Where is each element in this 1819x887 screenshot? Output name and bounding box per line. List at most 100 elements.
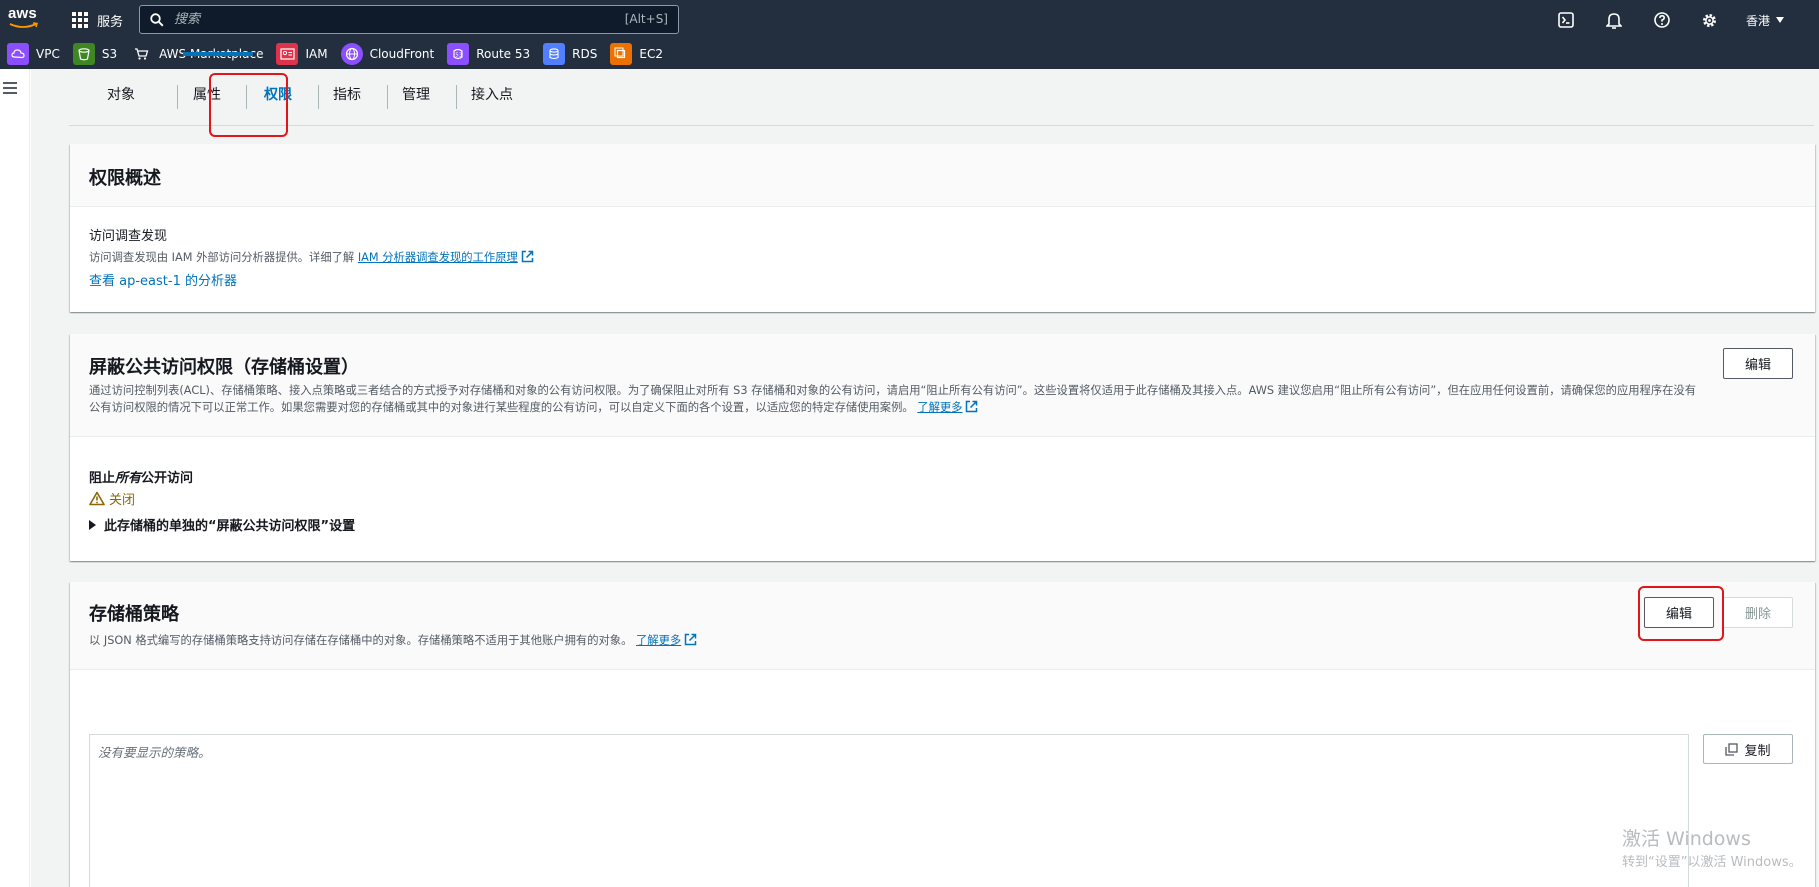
favorite-vpc[interactable]: VPC	[7, 43, 60, 65]
panel-title: 权限概述	[89, 168, 161, 189]
link-text: 了解更多	[636, 634, 682, 647]
search-shortcut-hint: [Alt+S]	[624, 12, 668, 26]
region-selector[interactable]: 香港	[1746, 12, 1784, 29]
link-text: IAM 分析器调查发现的工作原理	[357, 251, 518, 264]
panel-header: 权限概述	[70, 144, 1815, 207]
external-link-icon	[521, 250, 534, 263]
description-text: 以 JSON 格式编写的存储桶策略支持访问存储在存储桶中的对象。存储桶策略不适用…	[89, 634, 633, 647]
aws-smile-icon	[9, 22, 38, 28]
description-line: 通过访问控制列表(ACL)、存储桶策略、接入点策略或三者结合的方式授予对存储桶和…	[89, 384, 1697, 397]
copy-icon	[1725, 742, 1739, 756]
favorite-label: EC2	[639, 47, 663, 61]
help-icon[interactable]	[1650, 8, 1674, 32]
bucket-policy-description: 以 JSON 格式编写的存储桶策略支持访问存储在存储桶中的对象。存储桶策略不适用…	[89, 632, 697, 649]
red-highlight-box	[209, 73, 288, 137]
favorite-ec2[interactable]: EC2	[610, 43, 663, 65]
permissions-overview-panel: 权限概述 访问调查发现 访问调查发现由 IAM 外部访问分析器提供。详细了解 I…	[70, 144, 1815, 312]
favorite-label: RDS	[572, 47, 598, 61]
caret-down-icon	[1776, 17, 1784, 23]
tab-objects[interactable]: 对象	[107, 81, 135, 109]
tab-divider	[177, 85, 178, 109]
delete-bucket-policy-button[interactable]: 删除	[1723, 597, 1793, 628]
empty-policy-text: 没有要显示的策略。	[98, 745, 211, 760]
individual-settings-expander[interactable]: 此存储桶的单独的“屏蔽公共访问权限”设置	[89, 515, 355, 534]
edit-block-public-access-button[interactable]: 编辑	[1723, 348, 1793, 379]
iam-analyzer-doc-link[interactable]: IAM 分析器调查发现的工作原理	[357, 250, 534, 264]
tab-metrics[interactable]: 指标	[333, 81, 361, 109]
windows-activation-watermark: 激活 Windows	[1622, 828, 1751, 850]
favorite-s3[interactable]: S3	[72, 43, 118, 65]
favorite-label: VPC	[36, 47, 60, 61]
external-link-icon	[684, 633, 697, 646]
tab-divider	[456, 85, 457, 109]
copy-policy-button[interactable]: 复制	[1703, 734, 1793, 764]
expander-label: 此存储桶的单独的“屏蔽公共访问权限”设置	[104, 519, 356, 534]
bucket-policy-panel: 存储桶策略 编辑 删除 以 JSON 格式编写的存储桶策略支持访问存储在存储桶中…	[70, 582, 1815, 887]
external-link-icon	[966, 400, 978, 413]
block-public-access-panel: 屏蔽公共访问权限（存储桶设置） 编辑 通过访问控制列表(ACL)、存储桶策略、接…	[70, 334, 1815, 561]
cloudfront-icon	[340, 43, 363, 65]
search-box: [Alt+S]	[139, 5, 679, 34]
panel-title: 屏蔽公共访问权限（存储桶设置）	[89, 357, 359, 378]
bucket-tabs: 对象 属性 权限 指标 管理 接入点	[69, 69, 1814, 126]
left-navigation-rail	[0, 69, 30, 887]
panel-title: 存储桶策略	[89, 604, 179, 625]
iam-id-card-icon	[276, 43, 299, 65]
block-public-status: 关闭	[89, 489, 135, 508]
tab-divider	[387, 85, 388, 109]
block-all-public-access-label: 阻止所有公开访问	[89, 467, 193, 486]
view-analyzer-link[interactable]: 查看 ap-east-1 的分析器	[89, 270, 237, 289]
s3-bucket-icon	[72, 43, 95, 65]
access-findings-label: 访问调查发现	[89, 229, 168, 244]
access-findings-description: 访问调查发现由 IAM 外部访问分析器提供。详细了解 IAM 分析器调查发现的工…	[89, 249, 534, 266]
favorites-bar: VPC S3 AWS Marketplace IAM CloudFront	[7, 42, 676, 66]
search-input[interactable]	[174, 8, 554, 31]
favorite-label: S3	[101, 47, 118, 61]
top-right-toolbar: 香港	[1554, 8, 1819, 32]
services-menu-button[interactable]: 服务	[72, 9, 123, 31]
caret-right-icon	[89, 519, 96, 530]
status-text: 关闭	[109, 493, 136, 508]
link-text: 了解更多	[917, 401, 963, 414]
favorite-label: Route 53	[476, 47, 531, 61]
menu-hamburger-icon[interactable]	[3, 82, 17, 94]
tab-access-points[interactable]: 接入点	[471, 81, 513, 109]
services-grid-icon	[72, 12, 88, 28]
tab-management[interactable]: 管理	[402, 81, 430, 109]
policy-viewer[interactable]: 没有要显示的策略。	[89, 734, 1689, 887]
red-highlight-box	[1638, 586, 1724, 641]
svg-text:53: 53	[456, 52, 463, 58]
panel-header: 存储桶策略 编辑 删除 以 JSON 格式编写的存储桶策略支持访问存储在存储桶中…	[70, 582, 1815, 670]
block-public-access-description: 通过访问控制列表(ACL)、存储桶策略、接入点策略或三者结合的方式授予对存储桶和…	[89, 382, 1799, 416]
warning-icon	[89, 491, 105, 506]
marketplace-cart-icon	[130, 43, 153, 65]
label-part: 阻止	[89, 471, 116, 486]
settings-gear-icon[interactable]	[1698, 8, 1722, 32]
favorite-iam[interactable]: IAM	[276, 43, 328, 65]
learn-more-link[interactable]: 了解更多	[917, 400, 978, 414]
cloudshell-icon[interactable]	[1554, 8, 1578, 32]
copy-label: 复制	[1744, 743, 1771, 759]
favorite-route53[interactable]: 53 Route 53	[447, 43, 530, 65]
favorite-cloudfront[interactable]: CloudFront	[340, 43, 435, 65]
search-icon	[150, 13, 164, 27]
windows-activation-hint: 转到“设置”以激活 Windows。	[1622, 855, 1802, 870]
region-label: 香港	[1745, 13, 1770, 28]
description-line: 公有访问权限的情况下可以正常工作。如果您需要对您的存储桶或其中的对象进行某些程度…	[89, 401, 914, 414]
panel-header: 屏蔽公共访问权限（存储桶设置） 编辑 通过访问控制列表(ACL)、存储桶策略、接…	[70, 334, 1815, 437]
aws-logo[interactable]: aws	[8, 5, 42, 30]
favorite-rds[interactable]: RDS	[543, 43, 597, 65]
tab-divider	[318, 85, 319, 109]
ec2-chip-icon	[610, 43, 633, 65]
label-emphasis: 所有	[115, 471, 142, 486]
active-tab-underline	[183, 52, 253, 56]
route53-icon: 53	[447, 43, 470, 65]
vpc-icon	[7, 43, 29, 65]
notifications-bell-icon[interactable]	[1602, 8, 1626, 32]
label-part: 公开访问	[141, 471, 194, 486]
favorite-label: IAM	[305, 47, 328, 61]
top-navigation-bar: aws 服务 [Alt+S] 香港	[0, 0, 1819, 69]
learn-more-link[interactable]: 了解更多	[636, 633, 697, 647]
aws-logo-text: aws	[8, 5, 37, 22]
favorite-label: CloudFront	[369, 47, 435, 61]
